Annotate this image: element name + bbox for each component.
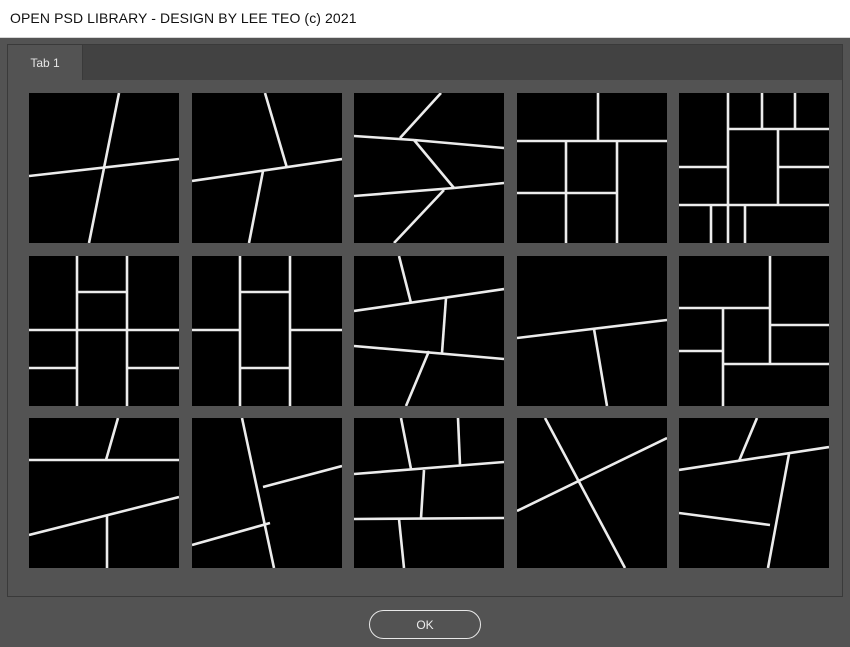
tab-1[interactable]: Tab 1 (8, 45, 83, 80)
layout-grid (29, 93, 829, 568)
tab-strip: Tab 1 (8, 45, 842, 80)
layout-thumbnail-2[interactable] (191, 93, 342, 243)
layout-thumbnail-4[interactable] (516, 93, 667, 243)
layout-thumbnail-8[interactable] (354, 255, 504, 406)
layout-thumbnail-6[interactable] (29, 255, 179, 406)
layout-thumbnail-7[interactable] (191, 255, 342, 406)
layout-thumbnail-9[interactable] (516, 255, 667, 406)
layout-thumbnail-5[interactable] (679, 93, 829, 243)
tab-panel: Tab 1 (7, 44, 843, 597)
layout-thumbnail-3[interactable] (354, 93, 504, 243)
layout-thumbnail-14[interactable] (516, 418, 667, 568)
window-title: OPEN PSD LIBRARY - DESIGN BY LEE TEO (c)… (10, 10, 357, 26)
layout-thumbnail-1[interactable] (29, 93, 179, 243)
title-bar: OPEN PSD LIBRARY - DESIGN BY LEE TEO (c)… (0, 0, 850, 38)
tab-content (8, 80, 842, 596)
ok-button[interactable]: OK (369, 610, 481, 639)
layout-thumbnail-15[interactable] (679, 418, 829, 568)
layout-thumbnail-13[interactable] (354, 418, 504, 568)
layout-thumbnail-10[interactable] (679, 255, 829, 406)
layout-thumbnail-11[interactable] (29, 418, 179, 568)
layout-thumbnail-12[interactable] (191, 418, 342, 568)
